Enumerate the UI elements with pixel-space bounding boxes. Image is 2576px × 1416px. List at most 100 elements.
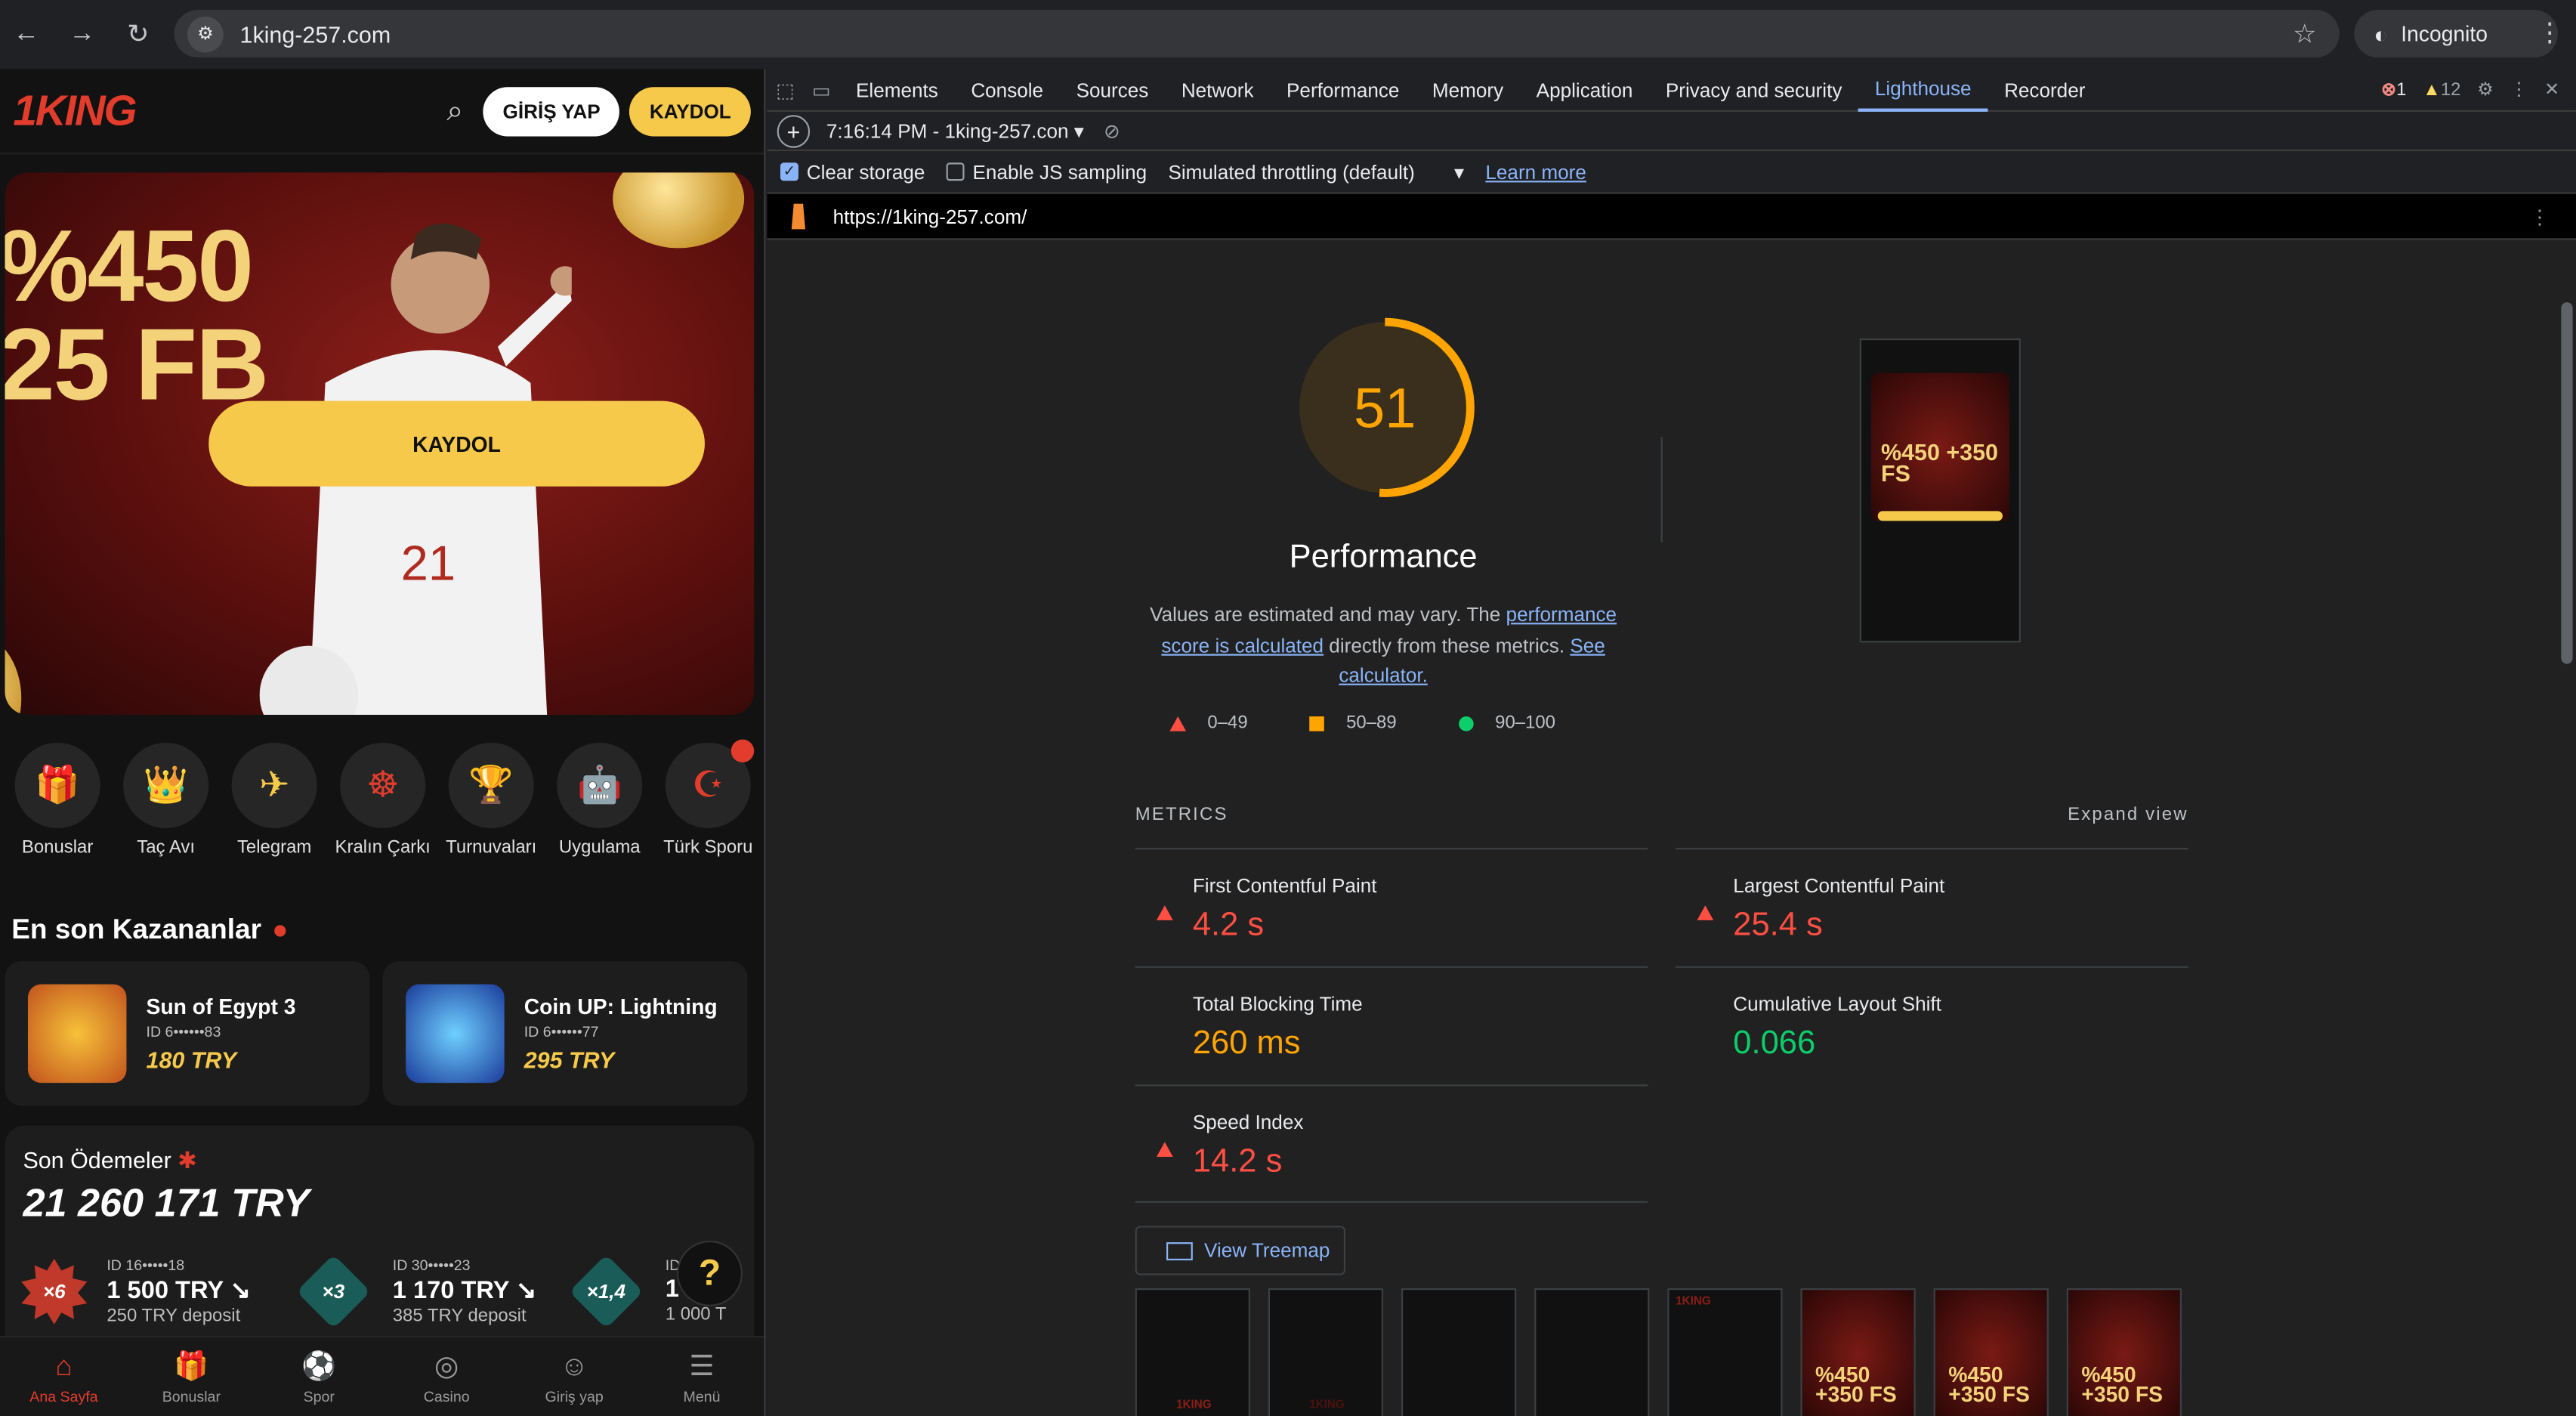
report-selector[interactable]: 7:16:14 PM - 1king-257.con ▾ [826,119,1084,142]
site-info-icon[interactable]: ⚙ [187,15,224,52]
view-treemap-button[interactable]: View Treemap [1135,1226,1346,1275]
frame-text: %450 +350 FS [1948,1362,2030,1407]
url-text[interactable]: 1king-257.com [240,20,391,47]
metric-name: Total Blocking Time [1192,992,1363,1016]
filmstrip-frame [1401,1288,1517,1416]
nav-sport[interactable]: ⚽ Spor [255,1337,383,1416]
tab-performance[interactable]: Performance [1270,68,1416,111]
tab-lighthouse[interactable]: Lighthouse [1858,68,1988,111]
winner-card[interactable]: Sun of Egypt 3 ID 6••••••83 180 TRY [5,961,370,1106]
expand-view-toggle[interactable]: Expand view [2068,805,2188,825]
warning-count[interactable]: ▲12 [2423,79,2460,99]
payouts-total: 21 260 171 TRY [23,1181,310,1226]
clear-storage-option[interactable]: ✓ Clear storage [780,160,925,183]
metric-name: Largest Contentful Paint [1733,873,1945,898]
tab-privacy-security[interactable]: Privacy and security [1649,68,1858,111]
performance-score-gauge: 51 [1295,317,1475,497]
category-item[interactable]: 🏆 Turnuvaları [437,742,545,858]
category-item[interactable]: 🎁 Bonuslar [3,742,112,858]
winner-id: ID 6••••••83 [146,1023,221,1040]
address-bar[interactable]: ⚙ 1king-257.com ☆ [174,10,2340,58]
throttling-select[interactable]: Simulated throttling (default) ▾ [1168,160,1464,183]
nav-login[interactable]: ☺ Giriş yap [511,1337,638,1416]
metrics-label: METRICS [1135,805,1228,825]
browser-menu-icon[interactable]: ⋮ [2537,17,2563,49]
metric-value: 4.2 s [1192,907,1265,944]
tab-recorder[interactable]: Recorder [1988,68,2102,111]
final-screenshot-thumbnail[interactable]: %450 +350 FS [1859,338,2021,643]
help-button[interactable]: ? [676,1240,743,1306]
search-icon[interactable]: ⌕ [446,94,463,128]
home-icon: ⌂ [55,1350,73,1381]
triangle-icon [1169,716,1187,731]
metric-fcp: First Contentful Paint 4.2 s [1135,848,1648,966]
metric-name: Cumulative Layout Shift [1733,992,1941,1016]
nav-casino[interactable]: ◎ Casino [383,1337,511,1416]
close-icon[interactable]: ✕ [2544,79,2559,100]
lighthouse-options: ✓ Clear storage Enable JS sampling Simula… [767,151,2576,194]
tab-memory[interactable]: Memory [1416,68,1520,111]
winner-card[interactable]: Coin UP: Lightning ID 6••••••77 295 TRY [382,961,748,1106]
device-toolbar-icon[interactable]: ▭ [803,78,839,100]
checkbox-checked[interactable]: ✓ [780,162,798,181]
site-logo[interactable]: 1KING [13,85,137,136]
hero-banner[interactable]: %450 25 FB 21 KAYDOL [5,172,755,715]
thumbnail-text: %450 +350 FS [1881,438,1998,487]
bottom-navigation: ⌂ Ana Sayfa 🎁 Bonuslar ⚽ Spor ◎ Casino ☺ Giri… [0,1336,764,1416]
tab-sources[interactable]: Sources [1060,68,1165,111]
nav-menu[interactable]: ☰ Menü [638,1337,764,1416]
devtools-menu-icon[interactable]: ⋮ [2510,79,2528,100]
nav-bonuses[interactable]: 🎁 Bonuslar [128,1337,255,1416]
legend-fail: 0–49 [1169,713,1248,733]
forward-icon[interactable]: → [59,11,105,57]
tab-application[interactable]: Application [1520,68,1649,111]
error-count[interactable]: ⊗1 [2381,79,2406,100]
settings-gear-icon[interactable]: ⚙ [2477,79,2493,100]
winner-amount: 295 TRY [524,1047,615,1074]
learn-more-link[interactable]: Learn more [1485,160,1586,183]
category-item[interactable]: 🤖 Uygulama [545,742,654,858]
tab-console[interactable]: Console [955,68,1060,111]
scrollbar[interactable] [2561,302,2573,664]
thumbnail-button [1877,511,2003,521]
tab-elements[interactable]: Elements [839,68,954,111]
arrow-down-right-icon: ↘ [230,1276,251,1305]
report-url[interactable]: https://1king-257.com/ [833,205,1027,227]
filmstrip-frame: 1KING [1135,1288,1250,1416]
filmstrip-frame: 1KING [1268,1288,1384,1416]
multiplier-badge: ×6 [21,1258,88,1325]
circle-icon [1459,716,1474,731]
turkey-flag-icon: ☪ [665,739,755,829]
bookmark-star-icon[interactable]: ☆ [2293,18,2316,51]
category-item[interactable]: ☸ Kralın Çarkı [329,742,437,858]
metric-name: Speed Index [1192,1111,1304,1134]
browser-toolbar: ← → ↻ ⚙ 1king-257.com ☆ ◐ Incognito ⋮ [0,0,2576,70]
js-sampling-option[interactable]: Enable JS sampling [946,160,1147,183]
tab-network[interactable]: Network [1165,68,1270,111]
inspect-element-icon[interactable]: ⬚ [768,78,804,100]
payout-deposit: 1 000 T [665,1304,727,1325]
register-button[interactable]: KAYDOL [629,86,751,136]
game-thumbnail [406,984,505,1084]
category-label: Taç Avı [137,838,195,858]
filmstrip-frame: %450 +350 FS [1800,1288,1916,1416]
new-report-button[interactable]: + [777,114,811,147]
checkbox-unchecked[interactable] [946,162,965,181]
frame-logo: 1KING [1676,1296,1711,1309]
clear-reports-icon[interactable]: ⊘ [1104,119,1120,142]
hero-register-button[interactable]: KAYDOL [208,400,705,487]
nav-home[interactable]: ⌂ Ana Sayfa [0,1337,128,1416]
category-item[interactable]: ☪ Türk Sporu [654,739,763,858]
incognito-icon: ◐ [2374,20,2388,47]
category-item[interactable]: 👑 Taç Avı [112,742,221,858]
metric-cls: Cumulative Layout Shift 0.066 [1676,966,2188,1085]
report-menu-icon[interactable]: ⋮ [2530,205,2550,227]
back-icon[interactable]: ← [3,11,49,57]
metric-value: 0.066 [1733,1025,1816,1062]
incognito-badge[interactable]: ◐ Incognito [2354,10,2559,58]
category-item[interactable]: ✈ Telegram [220,742,329,858]
metric-value: 25.4 s [1733,907,1823,944]
hero-subheadline: 25 FB [5,308,270,422]
login-button[interactable]: GİRİŞ YAP [483,86,620,136]
reload-icon[interactable]: ↻ [115,11,161,57]
